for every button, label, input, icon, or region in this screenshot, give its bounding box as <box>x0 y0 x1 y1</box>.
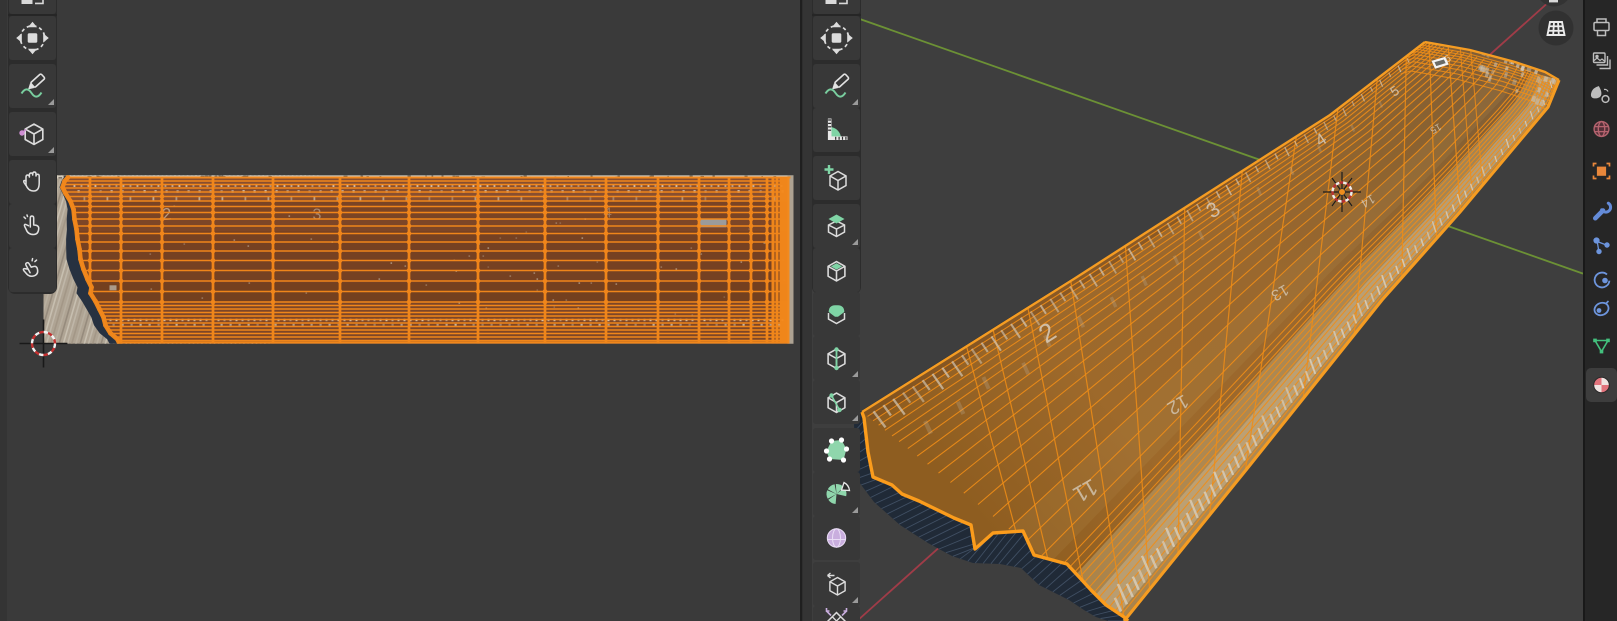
svg-text:3: 3 <box>313 206 322 223</box>
